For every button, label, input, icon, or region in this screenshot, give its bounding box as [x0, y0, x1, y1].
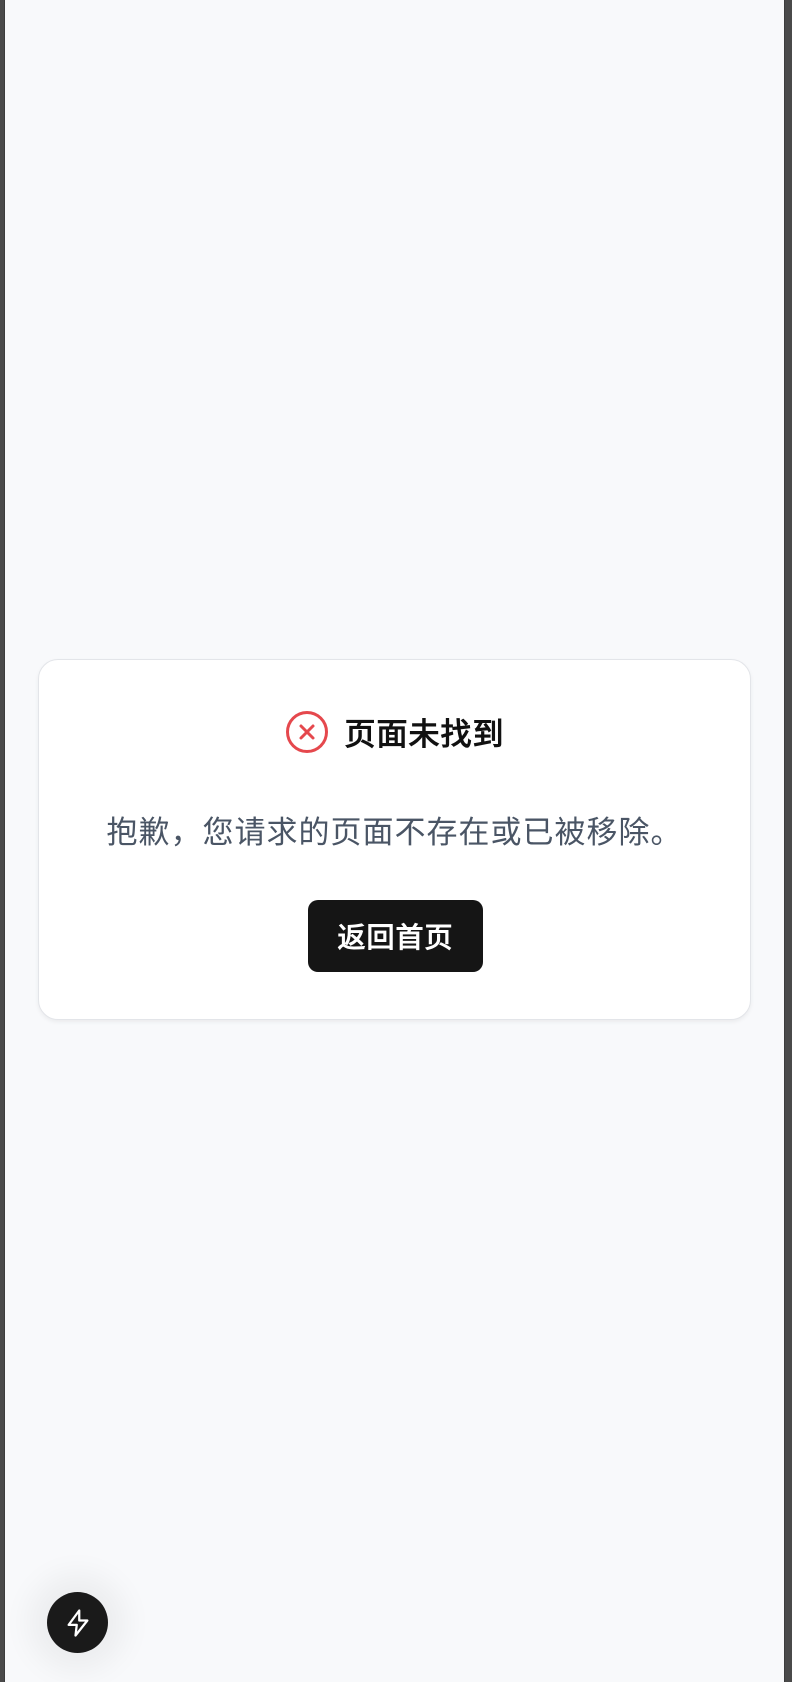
quick-action-button[interactable] [47, 1592, 108, 1653]
x-circle-icon [285, 710, 329, 754]
title-row: 页面未找到 [39, 709, 750, 754]
not-found-card: 页面未找到 抱歉，您请求的页面不存在或已被移除。 返回首页 [38, 659, 751, 1020]
lightning-bolt-icon [63, 1608, 93, 1638]
page-viewport: 页面未找到 抱歉，您请求的页面不存在或已被移除。 返回首页 [4, 0, 785, 1682]
error-message: 抱歉，您请求的页面不存在或已被移除。 [106, 815, 683, 851]
back-to-home-button[interactable]: 返回首页 [308, 900, 483, 972]
page-title: 页面未找到 [344, 717, 505, 753]
